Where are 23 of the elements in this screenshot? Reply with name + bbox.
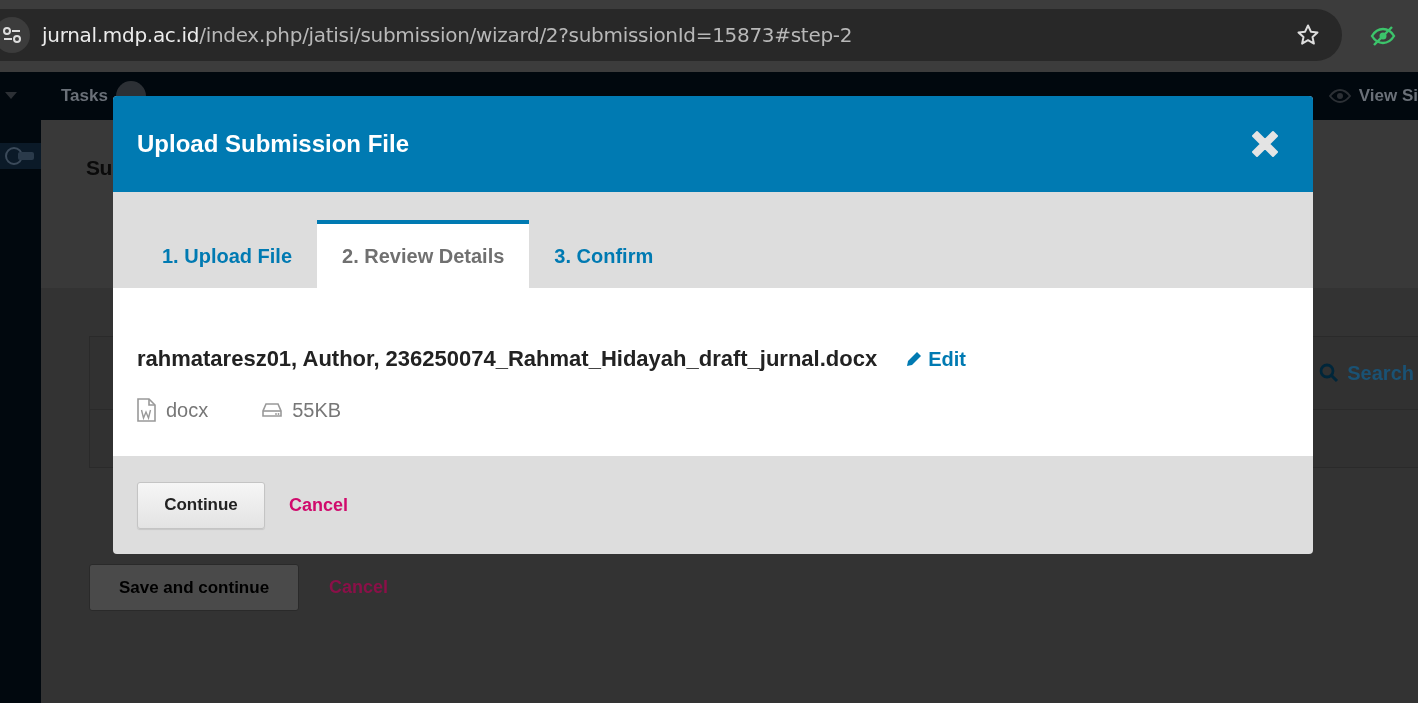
wizard-tab[interactable]: 3. Confirm (529, 220, 679, 288)
bookmark-star-icon[interactable] (1296, 23, 1320, 47)
file-title: rahmataresz01, Author, 236250074_Rahmat_Hidayah_draft_jurnal.docx (137, 346, 878, 372)
search-icon (1319, 363, 1340, 383)
word-document-icon (137, 398, 156, 422)
continue-button[interactable]: Continue (137, 481, 265, 529)
dialog-title: Upload Submission File (137, 130, 410, 158)
site-settings-icon[interactable] (0, 17, 30, 53)
wizard-tab[interactable]: 1. Upload File (137, 220, 318, 288)
pencil-icon (905, 350, 924, 368)
file-size: 55KB (292, 398, 342, 422)
tasks-link[interactable]: Tasks (61, 86, 108, 106)
eye-icon (1328, 89, 1351, 103)
file-type: docx (166, 398, 209, 422)
url-text: jurnal.mdp.ac.id/index.php/jatisi/submission/wizard/2?submissionId=15873#step-2 (42, 23, 854, 47)
address-bar[interactable]: jurnal.mdp.ac.id/index.php/jatisi/submission/wizard/2?submissionId=15873#step-2 (0, 9, 1342, 61)
wizard-tab[interactable]: 2. Review Details (317, 220, 530, 288)
edit-link[interactable]: Edit (905, 347, 966, 371)
cancel-link[interactable]: Cancel (289, 494, 349, 516)
eye-slash-icon[interactable] (1370, 25, 1396, 47)
save-and-continue-button[interactable]: Save and continue (89, 564, 299, 611)
hard-drive-icon (262, 402, 283, 418)
view-site-link[interactable]: View Si (1358, 86, 1418, 106)
